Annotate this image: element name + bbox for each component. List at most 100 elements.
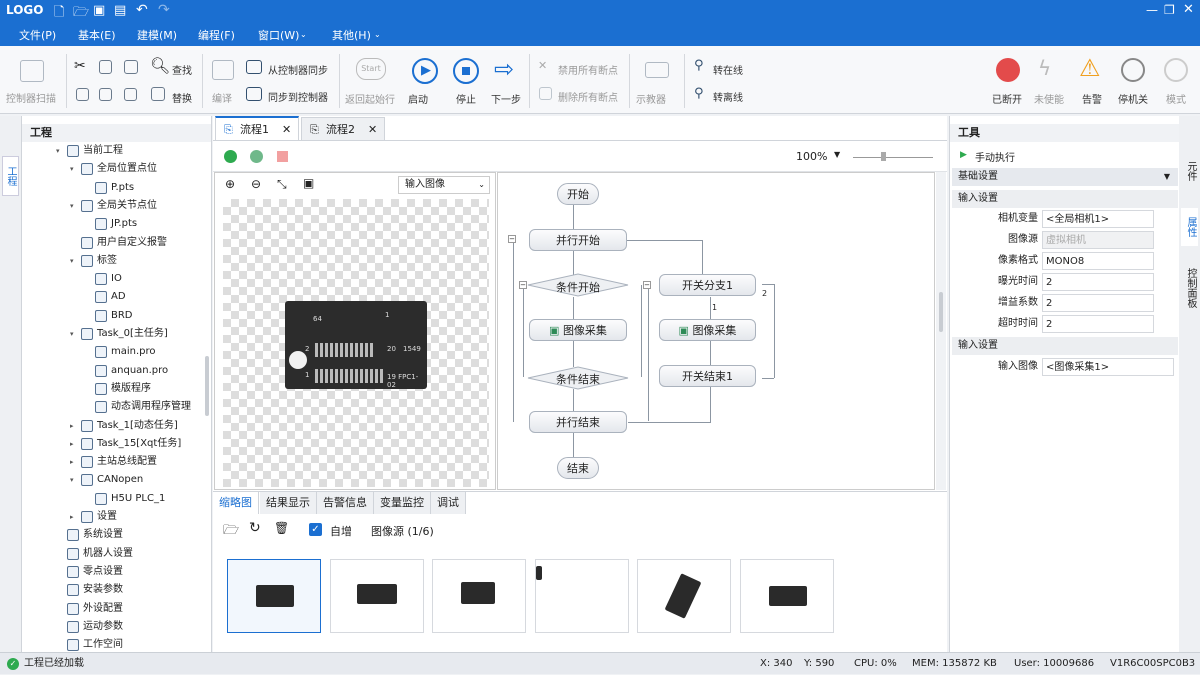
chevron-right-icon[interactable]: ▸: [70, 508, 78, 526]
tree-item[interactable]: 用户自定义报警: [70, 234, 167, 252]
tree-item[interactable]: 动态调用程序管理: [84, 398, 191, 416]
chevron-right-icon[interactable]: ▸: [70, 453, 78, 471]
thumbnail-5[interactable]: [637, 559, 731, 633]
run-button[interactable]: 启动: [408, 91, 428, 106]
align-icon[interactable]: [124, 88, 137, 101]
delete-breakpoints-icon[interactable]: [539, 87, 552, 100]
flow-node-switch[interactable]: 开关分支1: [659, 274, 756, 296]
flow-node-capture1[interactable]: ▣ 图像采集: [529, 319, 627, 341]
teach-pendant-button[interactable]: 示教器: [636, 91, 666, 106]
tree-item[interactable]: ▸ Task_1[动态任务]: [70, 417, 178, 435]
tree-item[interactable]: anquan.pro: [84, 362, 168, 380]
disable-breakpoints-button[interactable]: 禁用所有断点: [558, 62, 618, 77]
tab-thumbnails[interactable]: 缩略图: [213, 492, 259, 514]
flow-node-end[interactable]: 结束: [557, 457, 599, 479]
sync-to-icon[interactable]: [246, 87, 262, 101]
redo-icon[interactable]: ↷: [158, 2, 170, 18]
prop-value[interactable]: 2: [1042, 273, 1154, 291]
flow-node-capture2[interactable]: ▣ 图像采集: [659, 319, 756, 341]
tree-item[interactable]: ▾ CANopen: [70, 471, 143, 489]
menu-window[interactable]: 窗口(W): [258, 27, 299, 43]
tree-item[interactable]: 安装参数: [56, 581, 123, 599]
save-icon[interactable]: ▣: [93, 3, 105, 18]
tree-item[interactable]: 模版程序: [84, 380, 151, 398]
tree-item[interactable]: BRD: [84, 307, 133, 325]
zoom-slider-handle[interactable]: [881, 152, 886, 161]
tab-alarms[interactable]: 告警信息: [317, 492, 374, 514]
tree-item[interactable]: main.pro: [84, 343, 156, 361]
chevron-down-icon[interactable]: ▼: [834, 150, 840, 159]
thumbnail-4[interactable]: [535, 559, 629, 633]
indent-icon[interactable]: [99, 88, 112, 101]
tree-item[interactable]: 系统设置: [56, 526, 123, 544]
flow-node-start[interactable]: 开始: [557, 183, 599, 205]
flow-node-switch-end[interactable]: 开关结束1: [659, 365, 756, 387]
actual-size-icon[interactable]: ▣: [303, 176, 314, 190]
minimize-icon[interactable]: —: [1146, 3, 1158, 17]
tree-item[interactable]: ▾ 全局位置点位: [70, 160, 157, 178]
controller-scan-icon[interactable]: [20, 60, 44, 82]
tree-item[interactable]: P.pts: [84, 179, 134, 197]
collapse-icon[interactable]: −: [508, 235, 516, 243]
zoom-in-icon[interactable]: ⊕: [225, 177, 235, 191]
chevron-down-icon[interactable]: ▾: [70, 325, 78, 343]
tree-item[interactable]: AD: [84, 288, 126, 306]
cut-icon[interactable]: ✂: [74, 58, 86, 74]
go-online-button[interactable]: 转在线: [713, 62, 743, 77]
project-dock-tab[interactable]: 工程: [2, 156, 19, 196]
save-all-icon[interactable]: ▤: [114, 3, 126, 18]
stop-button[interactable]: 停止: [456, 91, 476, 106]
zoom-slider[interactable]: [853, 157, 933, 158]
tree-item[interactable]: 外设配置: [56, 600, 123, 618]
image-select[interactable]: 输入图像 ⌄: [398, 176, 490, 194]
online-icon[interactable]: ⚲: [694, 58, 704, 73]
loop-run-icon[interactable]: [250, 150, 263, 163]
basic-settings-header[interactable]: 基础设置 ▼: [952, 168, 1178, 186]
run-icon[interactable]: ▶: [412, 58, 438, 84]
collapse-icon[interactable]: −: [643, 281, 651, 289]
tab-debug[interactable]: 调试: [431, 492, 466, 514]
scrollbar[interactable]: [936, 172, 946, 490]
tree-item[interactable]: ▾ 当前工程: [56, 142, 123, 160]
close-icon[interactable]: ✕: [1183, 2, 1194, 17]
trash-icon[interactable]: 🗑: [274, 521, 289, 535]
tree-item[interactable]: H5U PLC_1: [84, 490, 165, 508]
scrollbar[interactable]: [205, 356, 209, 416]
tree-item[interactable]: JP.pts: [84, 215, 137, 233]
replace-button[interactable]: 替换: [172, 90, 192, 105]
manual-exec-button[interactable]: 手动执行: [975, 149, 1015, 164]
search-icon[interactable]: 🔍︎: [150, 56, 170, 75]
menu-programming[interactable]: 编程(F): [198, 27, 235, 43]
go-offline-button[interactable]: 转离线: [713, 89, 743, 104]
fit-icon[interactable]: ⤡: [277, 177, 287, 192]
flow-node-parallel-start[interactable]: 并行开始: [529, 229, 627, 251]
prop-value[interactable]: <图像采集1>: [1042, 358, 1174, 376]
dock-tab-components[interactable]: 元件: [1181, 152, 1198, 190]
flow-node-cond-start[interactable]: 条件开始: [556, 279, 600, 295]
teach-pendant-icon[interactable]: [645, 62, 669, 78]
prop-value[interactable]: 2: [1042, 294, 1154, 312]
sync-to-button[interactable]: 同步到控制器: [268, 89, 328, 104]
sync-from-button[interactable]: 从控制器同步: [268, 62, 328, 77]
stop-icon[interactable]: [277, 151, 288, 162]
prop-value[interactable]: <全局相机1>: [1042, 210, 1154, 228]
menu-modeling[interactable]: 建模(M): [137, 27, 177, 43]
disable-breakpoints-icon[interactable]: ✕: [538, 59, 547, 72]
play-icon[interactable]: ▶: [960, 150, 967, 160]
chevron-down-icon[interactable]: ▾: [70, 471, 78, 489]
copy-icon[interactable]: [99, 60, 112, 74]
flow-node-cond-end[interactable]: 条件结束: [556, 371, 600, 387]
close-icon[interactable]: ✕: [282, 118, 291, 142]
stop-icon[interactable]: [453, 58, 479, 84]
prop-value[interactable]: 虚拟相机: [1042, 231, 1154, 249]
tab-variables[interactable]: 变量监控: [374, 492, 431, 514]
collapse-icon[interactable]: −: [519, 281, 527, 289]
folder-icon[interactable]: 🗁: [223, 521, 239, 543]
undo-icon[interactable]: ↶: [136, 2, 148, 18]
start-line-icon[interactable]: Start: [356, 58, 386, 80]
play-icon[interactable]: [224, 150, 237, 163]
sync-from-icon[interactable]: [246, 60, 262, 74]
list-icon[interactable]: [76, 88, 89, 101]
tree-item[interactable]: ▸ Task_15[Xqt任务]: [70, 435, 181, 453]
tree-item[interactable]: 机器人设置: [56, 545, 133, 563]
